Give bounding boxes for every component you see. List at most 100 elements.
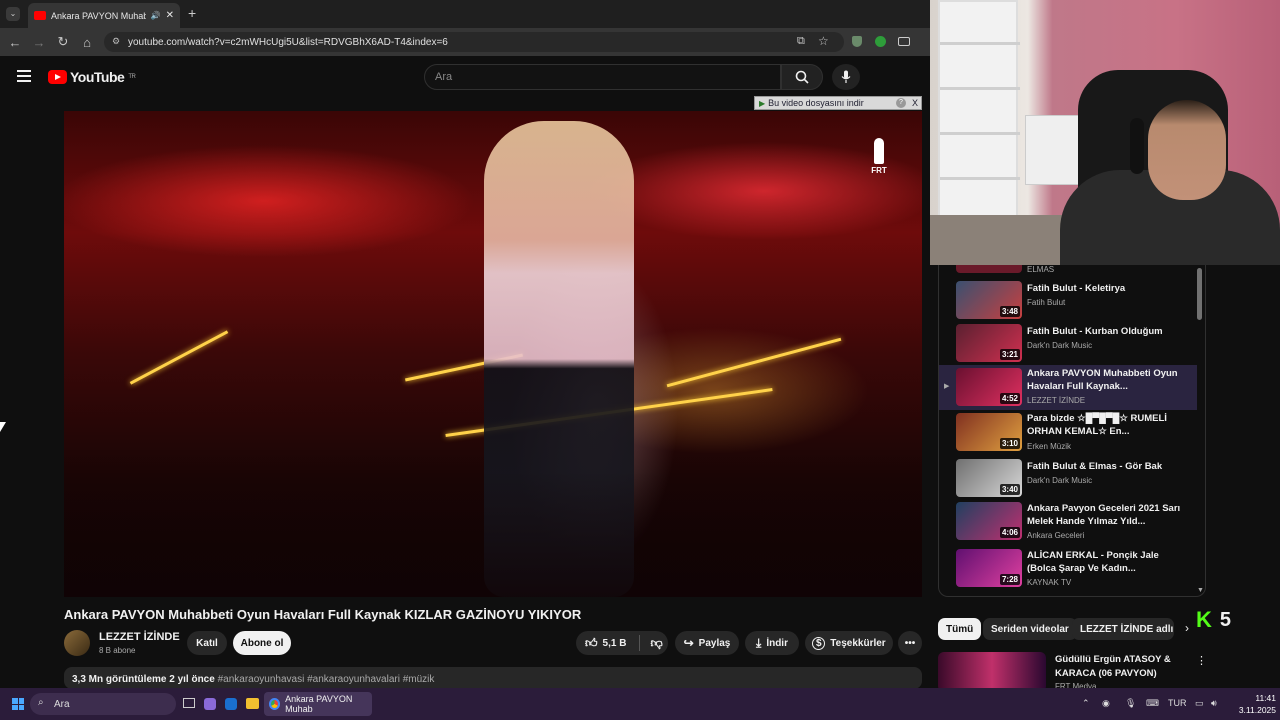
now-playing-icon: ▶: [944, 383, 950, 390]
duration-badge: 7:28: [999, 574, 1020, 585]
shield-extension-icon[interactable]: [852, 36, 862, 47]
browser-tab[interactable]: Ankara PAVYON Muhabbeti 🔊 ✕: [28, 3, 180, 28]
playlist-item[interactable]: 7:28 ALİCAN ERKAL - Ponçik Jale (Bolca Ş…: [939, 548, 1197, 590]
search-button[interactable]: [781, 64, 823, 90]
dislike-button[interactable]: 👎︎: [650, 636, 662, 651]
cast-icon[interactable]: ⧉: [797, 35, 805, 48]
super-thanks-icon: $: [812, 636, 826, 650]
overlay-counter: 5: [1219, 608, 1232, 631]
chevron-right-icon[interactable]: ›: [1185, 621, 1189, 635]
playlist-title: Fatih Bulut & Elmas - Gör Bak: [1027, 461, 1163, 472]
webcam-overlay: [930, 0, 1280, 265]
playlist-title: Fatih Bulut - Keletirya: [1027, 283, 1126, 294]
thanks-button[interactable]: $ Teşekkürler: [805, 631, 893, 655]
search-icon: [795, 70, 809, 84]
playlist-channel: Dark'n Dark Music: [1027, 341, 1093, 350]
taskbar-clock[interactable]: 11:41 3.11.2025: [1226, 692, 1276, 716]
video-player[interactable]: [64, 111, 922, 597]
windows-start-icon[interactable]: [12, 698, 24, 710]
playlist-item[interactable]: 3:21 Fatih Bulut - Kurban Olduğum Dark'n…: [939, 323, 1197, 365]
home-icon[interactable]: ⌂: [78, 33, 96, 51]
share-button[interactable]: ↪ Paylaş: [675, 631, 739, 655]
language-indicator[interactable]: TUR: [1168, 698, 1187, 708]
like-button[interactable]: 👍︎ 5,1 B: [585, 636, 626, 651]
channel-watermark: FRT: [867, 138, 891, 190]
thumbs-down-icon: 👎︎: [650, 635, 663, 650]
playlist-item-current[interactable]: ▶ 4:52 Ankara PAVYON Muhabbeti Oyun Hava…: [939, 365, 1197, 410]
search-icon: ⌕: [38, 697, 44, 708]
network-icon[interactable]: ▭: [1195, 698, 1204, 709]
download-button[interactable]: ⤓ İndir: [745, 631, 799, 655]
download-banner[interactable]: ▶ Bu video dosyasını indir ? X: [754, 96, 922, 110]
back-icon[interactable]: ←: [6, 33, 24, 51]
menu-icon[interactable]: [17, 70, 31, 82]
voice-search-button[interactable]: [832, 64, 860, 90]
scroll-down-icon[interactable]: ▼: [1197, 587, 1204, 594]
app-icon[interactable]: [225, 698, 237, 710]
youtube-play-icon: [48, 70, 67, 84]
forward-icon[interactable]: →: [30, 33, 48, 51]
streamer-head: [1148, 100, 1226, 200]
site-info-icon[interactable]: ⚙: [112, 36, 120, 47]
bookmark-star-icon[interactable]: ☆: [818, 34, 829, 48]
subscribe-button[interactable]: Abone ol: [233, 631, 291, 655]
playlist-channel: LEZZET İZİNDE: [1027, 396, 1086, 405]
duration-badge: 3:48: [999, 306, 1020, 317]
more-horizontal-icon: •••: [904, 637, 916, 649]
description-box[interactable]: 3,3 Mn görüntüleme 2 yıl önce #ankaraoyu…: [64, 667, 922, 689]
channel-avatar[interactable]: [64, 630, 90, 656]
playlist-item[interactable]: ELMAS: [939, 265, 1197, 277]
download-icon: ⤓: [756, 635, 762, 650]
duration-badge: 3:21: [999, 349, 1020, 360]
playlist-item[interactable]: 3:10 Para bizde ☆█▀█▀█☆ RUMELİ ORHAN KEM…: [939, 412, 1197, 454]
kick-counter-overlay: K 5: [1196, 607, 1231, 633]
tab-search-button[interactable]: ⌄: [6, 7, 20, 21]
kick-logo-icon: K: [1196, 607, 1212, 632]
help-icon[interactable]: ?: [895, 98, 906, 108]
file-explorer-icon[interactable]: [246, 698, 259, 709]
new-tab-button[interactable]: +: [188, 5, 196, 21]
mic-tray-icon[interactable]: 🎙︎: [1125, 698, 1136, 709]
tray-expand-icon[interactable]: ⌃: [1082, 698, 1090, 709]
neon-light: [129, 330, 229, 385]
reload-icon[interactable]: ↻: [54, 33, 72, 51]
banner-close-icon[interactable]: X: [909, 98, 921, 108]
playlist-thumbnail: 7:28: [956, 549, 1022, 587]
share-label: Paylaş: [698, 637, 731, 649]
speaker-icon[interactable]: 🔊: [151, 11, 161, 20]
hashtags[interactable]: #ankaraoyunhavasi #ankaraoyunhavalari #m…: [218, 674, 435, 685]
address-bar[interactable]: ⚙ youtube.com/watch?v=c2mWHcUgi5U&list=R…: [104, 32, 844, 52]
taskbar-chrome-window[interactable]: Ankara PAVYON Muhab: [264, 692, 372, 716]
playlist-scrollbar[interactable]: [1197, 268, 1202, 320]
chip-series[interactable]: Seriden videolar: [983, 618, 1077, 640]
playlist-item[interactable]: 4:06 Ankara Pavyon Geceleri 2021 Sarı Me…: [939, 501, 1197, 543]
tab-manager-icon[interactable]: [898, 37, 910, 46]
playlist-item[interactable]: 3:40 Fatih Bulut & Elmas - Gör Bak Dark'…: [939, 458, 1197, 500]
playlist-item[interactable]: 3:48 Fatih Bulut - Keletirya Fatih Bulut: [939, 280, 1197, 322]
join-button[interactable]: Katıl: [187, 631, 227, 655]
search-input[interactable]: Ara: [424, 64, 781, 90]
volume-icon[interactable]: 🔊︎: [1211, 698, 1217, 709]
channel-name[interactable]: LEZZET İZİNDE: [99, 631, 180, 643]
youtube-logo[interactable]: YouTube TR: [48, 69, 136, 85]
more-actions-button[interactable]: •••: [898, 631, 922, 655]
playlist-thumbnail: 4:52: [956, 368, 1022, 406]
recommended-title: Güdüllü Ergün ATASOY & KARACA (06 PAVYON…: [1055, 654, 1171, 679]
taskbar-search[interactable]: ⌕ Ara: [30, 693, 176, 715]
chip-all[interactable]: Tümü: [938, 618, 982, 640]
tab-close-icon[interactable]: ✕: [166, 10, 174, 21]
chip-channel[interactable]: LEZZET İZİNDE adlı y: [1072, 618, 1174, 640]
keyboard-icon[interactable]: ⌨: [1146, 698, 1159, 709]
share-icon: ↪: [683, 636, 694, 650]
extension-icon[interactable]: [875, 36, 886, 47]
playlist-title: Fatih Bulut - Kurban Olduğum: [1027, 326, 1163, 337]
recommended-video[interactable]: Güdüllü Ergün ATASOY & KARACA (06 PAVYON…: [938, 652, 1238, 692]
browser-tab-bar: ⌄ Ankara PAVYON Muhabbeti 🔊 ✕ +: [0, 0, 930, 28]
more-vertical-icon[interactable]: ⋮: [1196, 654, 1207, 667]
task-view-icon[interactable]: [183, 698, 195, 708]
edge-icon[interactable]: ◉: [1102, 698, 1110, 709]
widgets-icon[interactable]: [204, 698, 216, 710]
logo-country: TR: [128, 74, 136, 80]
playlist-channel: Fatih Bulut: [1027, 298, 1066, 307]
youtube-favicon-icon: [34, 11, 46, 20]
